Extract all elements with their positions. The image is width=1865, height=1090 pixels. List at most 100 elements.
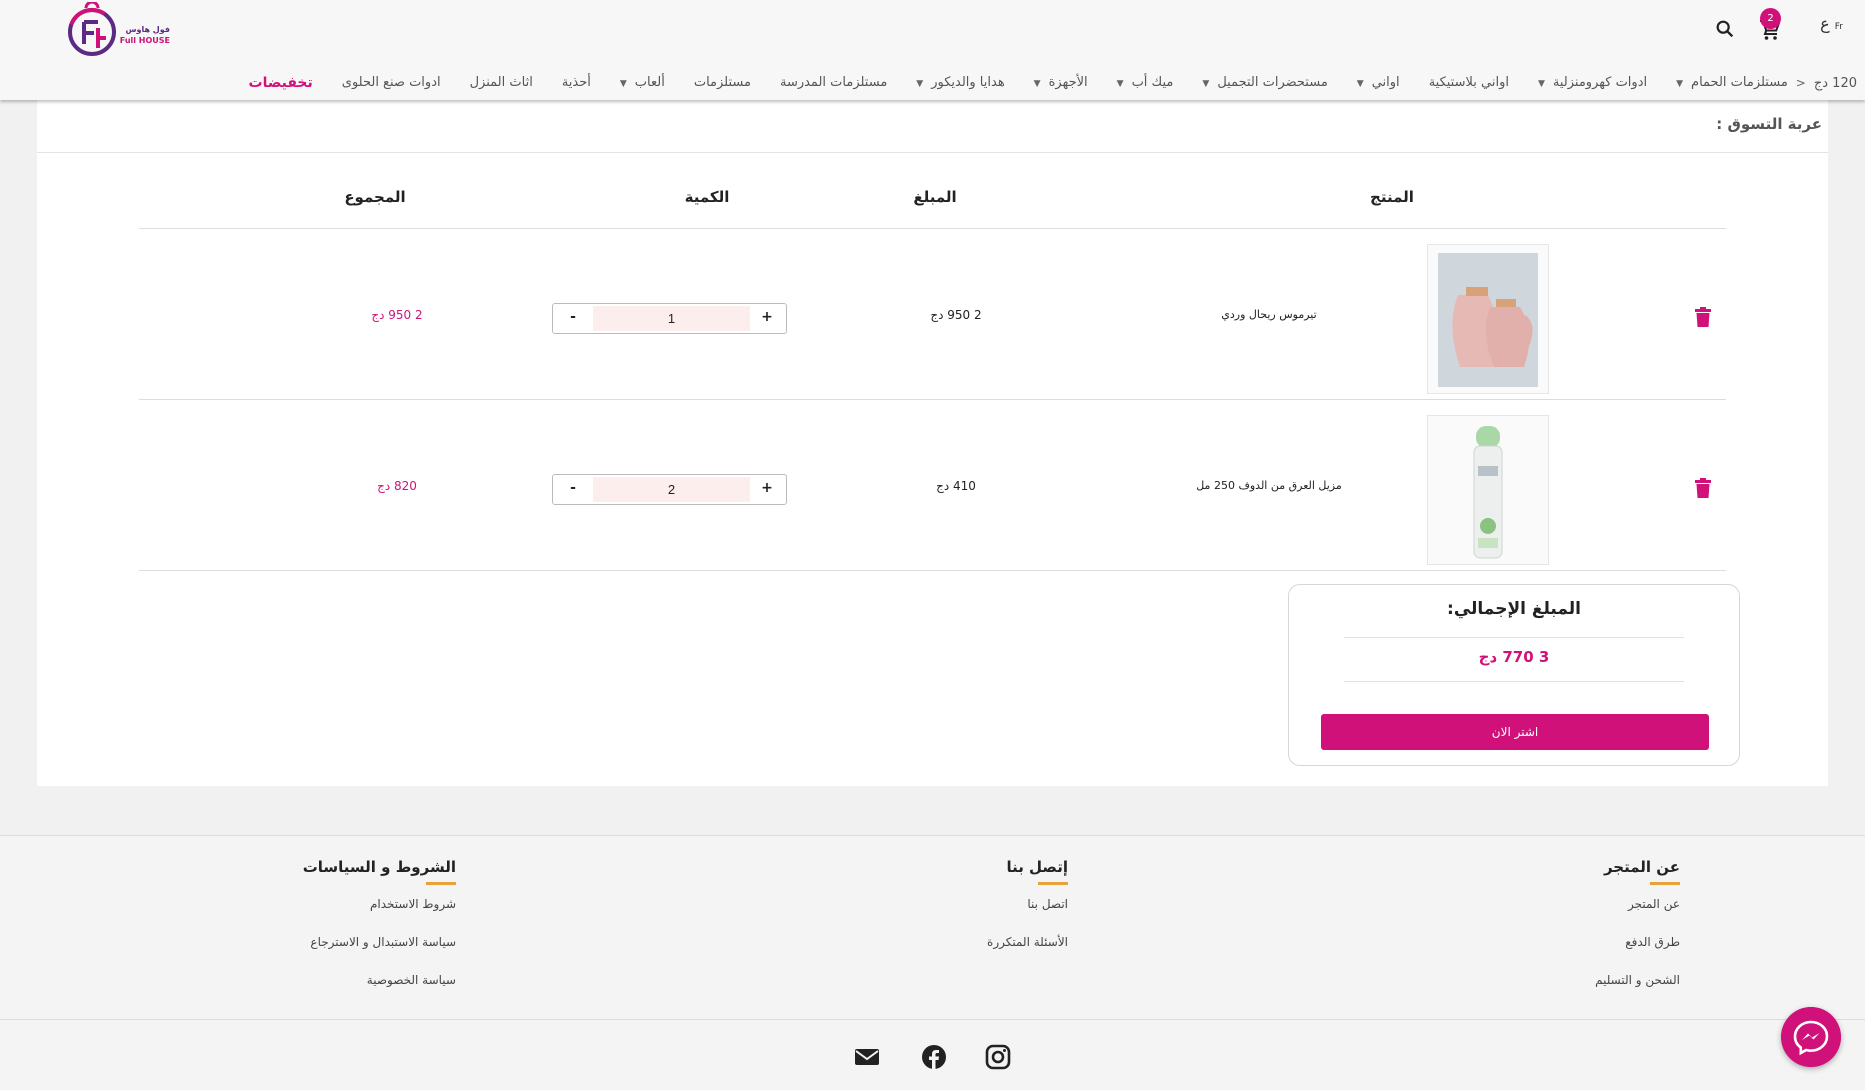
quantity-input[interactable] <box>593 306 750 331</box>
increase-button[interactable]: + <box>748 304 786 333</box>
product-image-deodorant[interactable] <box>1427 415 1549 565</box>
nav-item[interactable]: مستحضرات التجميل ▼ <box>1202 72 1327 95</box>
divider <box>37 152 1828 153</box>
footer-link-faq[interactable]: الأسئلة المتكررة <box>987 935 1068 949</box>
footer-store-title: عن المتجر <box>1603 858 1680 876</box>
nav-item[interactable]: تخفيضات <box>249 72 313 94</box>
footer-link-payment[interactable]: طرق الدفع <box>1595 935 1680 949</box>
order-summary: المبلغ الإجمالي: 3 770 دج اشتر الان <box>1288 584 1740 766</box>
product-name[interactable]: مزيل العرق من الدوف 250 مل <box>1139 479 1399 492</box>
chevron-down-icon: ▼ <box>1116 79 1124 89</box>
summary-title: المبلغ الإجمالي: <box>1447 599 1581 619</box>
lang-fr[interactable]: Fr <box>1835 22 1843 32</box>
logo-text-en: Full HOUSE <box>119 36 170 45</box>
nav-item-label: 120 دج <box>1813 76 1857 91</box>
quantity-stepper: - + <box>552 303 787 334</box>
nav-item-label: ادوات صنع الحلوى <box>341 75 441 90</box>
product-name[interactable]: تيرموس ريحال وردي <box>1139 308 1399 321</box>
col-header-total: المجموع <box>344 188 406 206</box>
footer-contact-title: إتصل بنا <box>1006 858 1068 876</box>
col-header-quantity: الكمية <box>684 188 730 206</box>
buy-now-button[interactable]: اشتر الان <box>1321 714 1709 750</box>
language-switcher[interactable]: ع Fr <box>1820 14 1843 33</box>
product-price: 2 950 دج <box>930 308 982 322</box>
nav-item-label: اثاث المنزل <box>469 75 533 90</box>
nav-item-label: ادوات كهرومنزلية <box>1552 75 1648 90</box>
product-image-thermos[interactable] <box>1427 244 1549 394</box>
nav-item-label: اواني <box>1371 75 1400 90</box>
chevron-down-icon: ▼ <box>1202 79 1210 89</box>
main-nav: 120 دج < مستلزمات الحمام ▼ ادوات كهرومنزلية ▼… <box>0 72 1865 96</box>
nav-item-label: مستلزمات الحمام <box>1691 75 1788 90</box>
facebook-icon[interactable] <box>921 1044 947 1070</box>
lang-ar[interactable]: ع <box>1820 14 1830 33</box>
quantity-stepper: - + <box>552 474 787 505</box>
footer-link-about[interactable]: عن المتجر <box>1595 897 1680 911</box>
title-underline <box>426 882 456 885</box>
nav-item-label: أحذية <box>561 75 591 90</box>
site-header: فول هاوس Full HOUSE 2 ع Fr 120 دج < مستلزم… <box>0 0 1865 100</box>
nav-item-label: مستلزمات المدرسة <box>779 75 888 90</box>
thermos-image <box>1438 253 1538 387</box>
col-header-price: المبلغ <box>913 188 957 206</box>
nav-item-label: مستحضرات التجميل <box>1217 75 1328 90</box>
email-icon[interactable] <box>854 1044 880 1070</box>
chevron-down-icon: ▼ <box>619 79 627 89</box>
title-underline <box>1650 882 1680 885</box>
chevron-left-icon[interactable]: < <box>1796 72 1806 94</box>
cart-title: عربة التسوق : <box>1716 115 1822 133</box>
chevron-down-icon: ▼ <box>1033 79 1041 89</box>
nav-item-label: هدايا والديكور <box>931 75 1005 90</box>
instagram-icon[interactable] <box>985 1044 1011 1070</box>
nav-item-label: ميك أب <box>1131 75 1174 90</box>
chevron-down-icon: ▼ <box>1676 79 1684 89</box>
nav-item[interactable]: 120 دج < <box>1796 72 1857 95</box>
cart-row: تيرموس ريحال وردي 2 950 دج - + 2 950 دج <box>139 229 1726 400</box>
footer-link-terms[interactable]: شروط الاستخدام <box>303 897 456 911</box>
product-price: 410 دج <box>936 479 976 493</box>
nav-item-label: مستلزمات <box>693 75 751 90</box>
trash-icon[interactable] <box>1694 478 1712 498</box>
logo-text: فول هاوس Full HOUSE <box>118 24 170 46</box>
decrease-button[interactable]: - <box>553 475 593 504</box>
nav-item[interactable]: اثاث المنزل <box>470 72 533 94</box>
nav-item[interactable]: مستلزمات الحمام ▼ <box>1676 72 1788 95</box>
footer-link-shipping[interactable]: الشحن و التسليم <box>1595 973 1680 987</box>
nav-item[interactable]: هدايا والديكور ▼ <box>916 72 1004 95</box>
footer-link-privacy[interactable]: سياسة الخصوصية <box>303 973 456 987</box>
footer-contact-column: إتصل بنا اتصل بنا الأسئلة المتكررة <box>987 858 1068 973</box>
col-header-product: المنتج <box>1370 188 1414 206</box>
footer-link-returns[interactable]: سياسة الاستبدال و الاسترجاع <box>303 935 456 949</box>
nav-item[interactable]: ادوات صنع الحلوى <box>342 72 441 94</box>
increase-button[interactable]: + <box>748 475 786 504</box>
trash-icon[interactable] <box>1694 307 1712 327</box>
row-total: 820 دج <box>377 479 417 493</box>
footer-link-contact[interactable]: اتصل بنا <box>987 897 1068 911</box>
footer-policies-title: الشروط و السياسات <box>302 858 456 876</box>
cart-count-badge: 2 <box>1760 8 1781 29</box>
nav-item[interactable]: ميك أب ▼ <box>1117 72 1174 95</box>
divider <box>0 1019 1865 1020</box>
divider <box>1344 637 1684 638</box>
chevron-down-icon: ▼ <box>1356 79 1364 89</box>
nav-item[interactable]: مستلزمات <box>694 72 751 94</box>
nav-item[interactable]: مستلزمات المدرسة <box>780 72 887 94</box>
nav-item-label: اواني بلاستيكية <box>1428 75 1509 90</box>
quantity-input[interactable] <box>593 477 750 502</box>
search-icon[interactable] <box>1714 18 1736 40</box>
nav-item[interactable]: ألعاب ▼ <box>620 72 665 95</box>
summary-total-amount: 3 770 دج <box>1478 648 1550 666</box>
chevron-down-icon: ▼ <box>916 79 924 89</box>
decrease-button[interactable]: - <box>553 304 593 333</box>
messenger-chat-icon[interactable] <box>1781 1007 1841 1067</box>
cart-card: عربة التسوق : المنتج المبلغ الكمية المجم… <box>37 100 1828 786</box>
nav-item[interactable]: الأجهزة ▼ <box>1034 72 1088 95</box>
nav-item[interactable]: اواني بلاستيكية <box>1429 72 1509 94</box>
nav-item-label: ألعاب <box>634 75 665 90</box>
nav-item[interactable]: أحذية <box>562 72 591 94</box>
nav-item[interactable]: اواني ▼ <box>1357 72 1400 95</box>
nav-item[interactable]: ادوات كهرومنزلية ▼ <box>1538 72 1647 95</box>
cart-row: مزيل العرق من الدوف 250 مل 410 دج - + 82… <box>139 400 1726 571</box>
site-footer: عن المتجر عن المتجر طرق الدفع الشحن و ال… <box>0 835 1865 1090</box>
footer-store-column: عن المتجر عن المتجر طرق الدفع الشحن و ال… <box>1595 858 1680 1011</box>
